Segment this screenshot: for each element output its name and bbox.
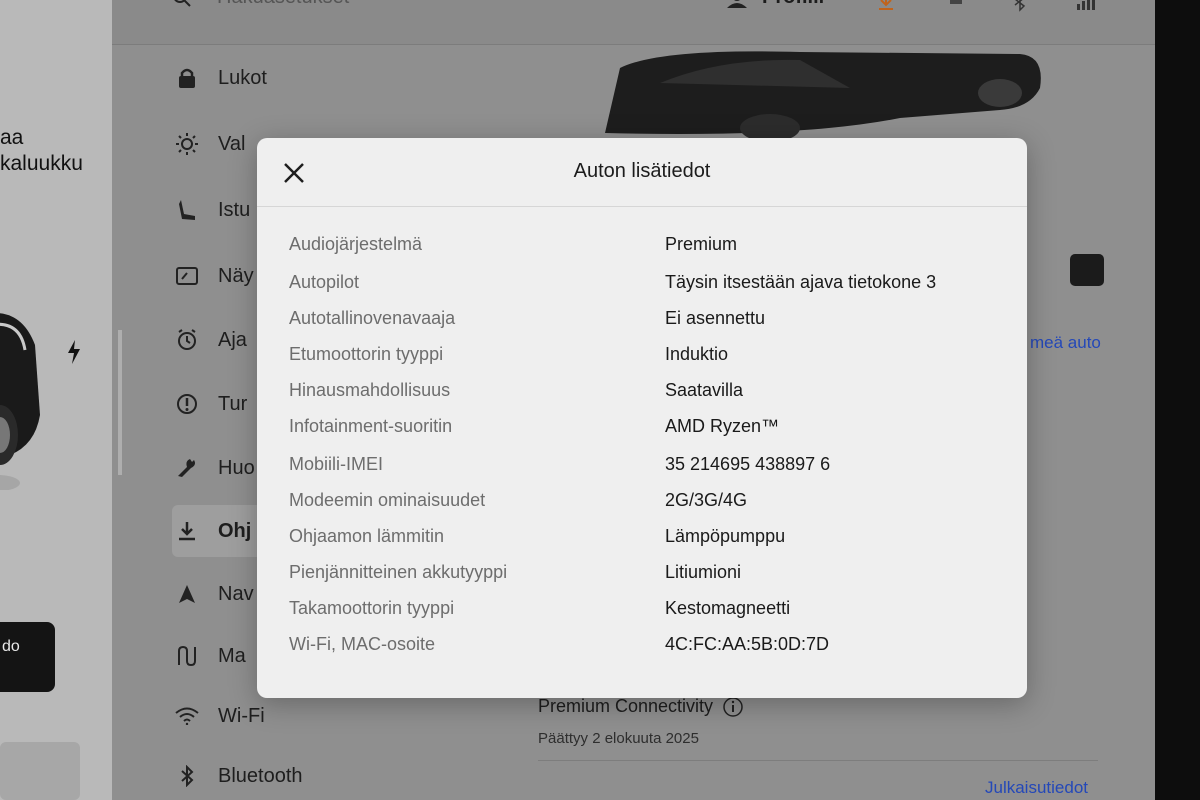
top-status-bar: Hakuasetukset Profiili [112, 0, 1155, 45]
modal-header: Auton lisätiedot [257, 138, 1027, 207]
wrench-icon [172, 457, 202, 479]
spec-label: Infotainment-suoritin [289, 416, 453, 436]
menu-item-label: Ma [218, 644, 246, 667]
menu-item-label: Bluetooth [218, 764, 303, 787]
spec-label: Autopilot [289, 272, 360, 292]
premium-expiry-text: Päättyy 2 elokuuta 2025 [538, 730, 699, 747]
sun-icon [172, 133, 202, 155]
spec-label: Autotallinovenavaaja [289, 308, 456, 328]
spec-label: Etumoottorin tyyppi [289, 344, 444, 364]
menu-item-label: Huo [218, 456, 255, 479]
download-update-icon[interactable] [877, 0, 895, 12]
left-panel-button[interactable]: do [0, 622, 55, 692]
settings-screen: aa kaluukku do Hakuasetukset Profiili [0, 0, 1155, 800]
spec-row: Audiojärjestelmä Premium [289, 234, 989, 264]
spec-row: Autotallinovenavaaja Ei asennettu [289, 308, 989, 338]
spec-row: Etumoottorin tyyppi Induktio [289, 344, 989, 374]
spec-row: Infotainment-suoritin AMD Ryzen™ [289, 416, 989, 446]
car-image [0, 313, 40, 490]
spec-value: Induktio [665, 344, 729, 364]
profile-name[interactable]: Profiili [762, 0, 824, 9]
premium-title-text: Premium Connectivity [538, 696, 714, 716]
menu-item-locks[interactable]: Lukot [172, 52, 272, 104]
spec-value: 4C:FC:AA:5B:0D:7D [665, 634, 830, 654]
car-status-panel: aa kaluukku do [0, 0, 112, 800]
modal-title: Auton lisätiedot [573, 160, 711, 182]
navigation-arrow-icon [172, 583, 202, 605]
menu-item-label: Aja [218, 328, 247, 351]
map-icon [172, 645, 202, 667]
spec-value: Ei asennettu [665, 308, 766, 328]
menu-item-bluetooth[interactable]: Bluetooth [172, 750, 372, 800]
spec-value: 35 214695 438897 6 [665, 454, 831, 474]
spec-label: Ohjaamon lämmitin [289, 526, 445, 546]
spec-value: Litiumioni [665, 562, 742, 582]
divider [538, 760, 1098, 761]
car-hero-image [605, 51, 1041, 138]
spec-label: Pienjännitteinen akkutyyppi [289, 562, 508, 582]
settings-toggle[interactable] [1070, 254, 1104, 286]
spec-row: Autopilot Täysin itsestään ajava tietokon… [289, 272, 989, 302]
bell-icon[interactable] [947, 0, 965, 10]
search-icon[interactable] [172, 0, 192, 8]
spec-label: Modeemin ominaisuudet [289, 490, 486, 510]
spec-label: Audiojärjestelmä [289, 234, 423, 254]
menu-item-label: Nav [218, 582, 254, 605]
menu-item-label: Val [218, 132, 246, 155]
wifi-icon [172, 705, 202, 727]
menu-item-label: Tur [218, 392, 248, 415]
bluetooth-icon [172, 765, 202, 787]
spec-row: Hinausmahdollisuus Saatavilla [289, 380, 989, 410]
steering-icon [172, 329, 202, 351]
left-panel-button-label: do [2, 638, 20, 655]
profile-icon[interactable] [727, 0, 747, 8]
spec-label: Hinausmahdollisuus [289, 380, 451, 400]
spec-value: AMD Ryzen™ [665, 416, 780, 436]
menu-item-label: Istu [218, 198, 251, 221]
premium-connectivity-title: Premium Connectivity [538, 696, 743, 717]
search-input[interactable]: Hakuasetukset [217, 0, 349, 9]
spec-row: Takamoottorin tyyppi Kestomagneetti [289, 598, 989, 628]
spec-label: Mobiili-IMEI [289, 454, 384, 474]
charging-bolt-icon [68, 340, 80, 364]
spec-row: Mobiili-IMEI 35 214695 438897 6 [289, 454, 989, 484]
spec-row: Modeemin ominaisuudet 2G/3G/4G [289, 490, 989, 520]
signal-icon [1077, 0, 1095, 10]
spec-value: Saatavilla [665, 380, 744, 400]
alert-circle-icon [172, 393, 202, 415]
menu-item-label: Näy [218, 264, 254, 287]
spec-value: Kestomagneetti [665, 598, 791, 618]
spec-row: Ohjaamon lämmitin Lämpöpumppu [289, 526, 989, 556]
menu-item-label: Lukot [218, 66, 267, 89]
vehicle-details-modal: Auton lisätiedot Audiojärjestelmä Premium… [257, 138, 1027, 698]
spec-label: Wi-Fi, MAC-osoite [289, 634, 436, 654]
left-panel-card [0, 742, 80, 800]
release-notes-link[interactable]: Julkaisutiedot [985, 778, 1088, 798]
car-panel-label: aa [0, 126, 24, 149]
info-icon[interactable] [723, 696, 743, 717]
lock-icon [172, 67, 202, 89]
seat-icon [172, 199, 202, 221]
spec-row: Wi-Fi, MAC-osoite 4C:FC:AA:5B:0D:7D [289, 634, 989, 664]
display-icon [172, 265, 202, 287]
spec-value: Täysin itsestään ajava tietokone 3 [665, 272, 937, 292]
spec-value: Lämpöpumppu [665, 526, 786, 546]
panel-scrollbar[interactable] [118, 330, 122, 475]
download-icon [172, 520, 202, 542]
spec-value: 2G/3G/4G [665, 490, 748, 510]
spec-label: Takamoottorin tyyppi [289, 598, 455, 618]
spec-value: Premium [665, 234, 738, 254]
menu-item-label: Wi-Fi [218, 704, 265, 727]
trunk-label[interactable]: kaluukku [0, 152, 83, 176]
menu-item-software[interactable]: Ohj [172, 505, 267, 557]
spec-row: Pienjännitteinen akkutyyppi Litiumioni [289, 562, 989, 592]
select-car-link[interactable]: meä auto [1030, 333, 1101, 353]
bluetooth-status-icon[interactable] [1012, 0, 1028, 12]
menu-item-label: Ohj [218, 519, 252, 542]
